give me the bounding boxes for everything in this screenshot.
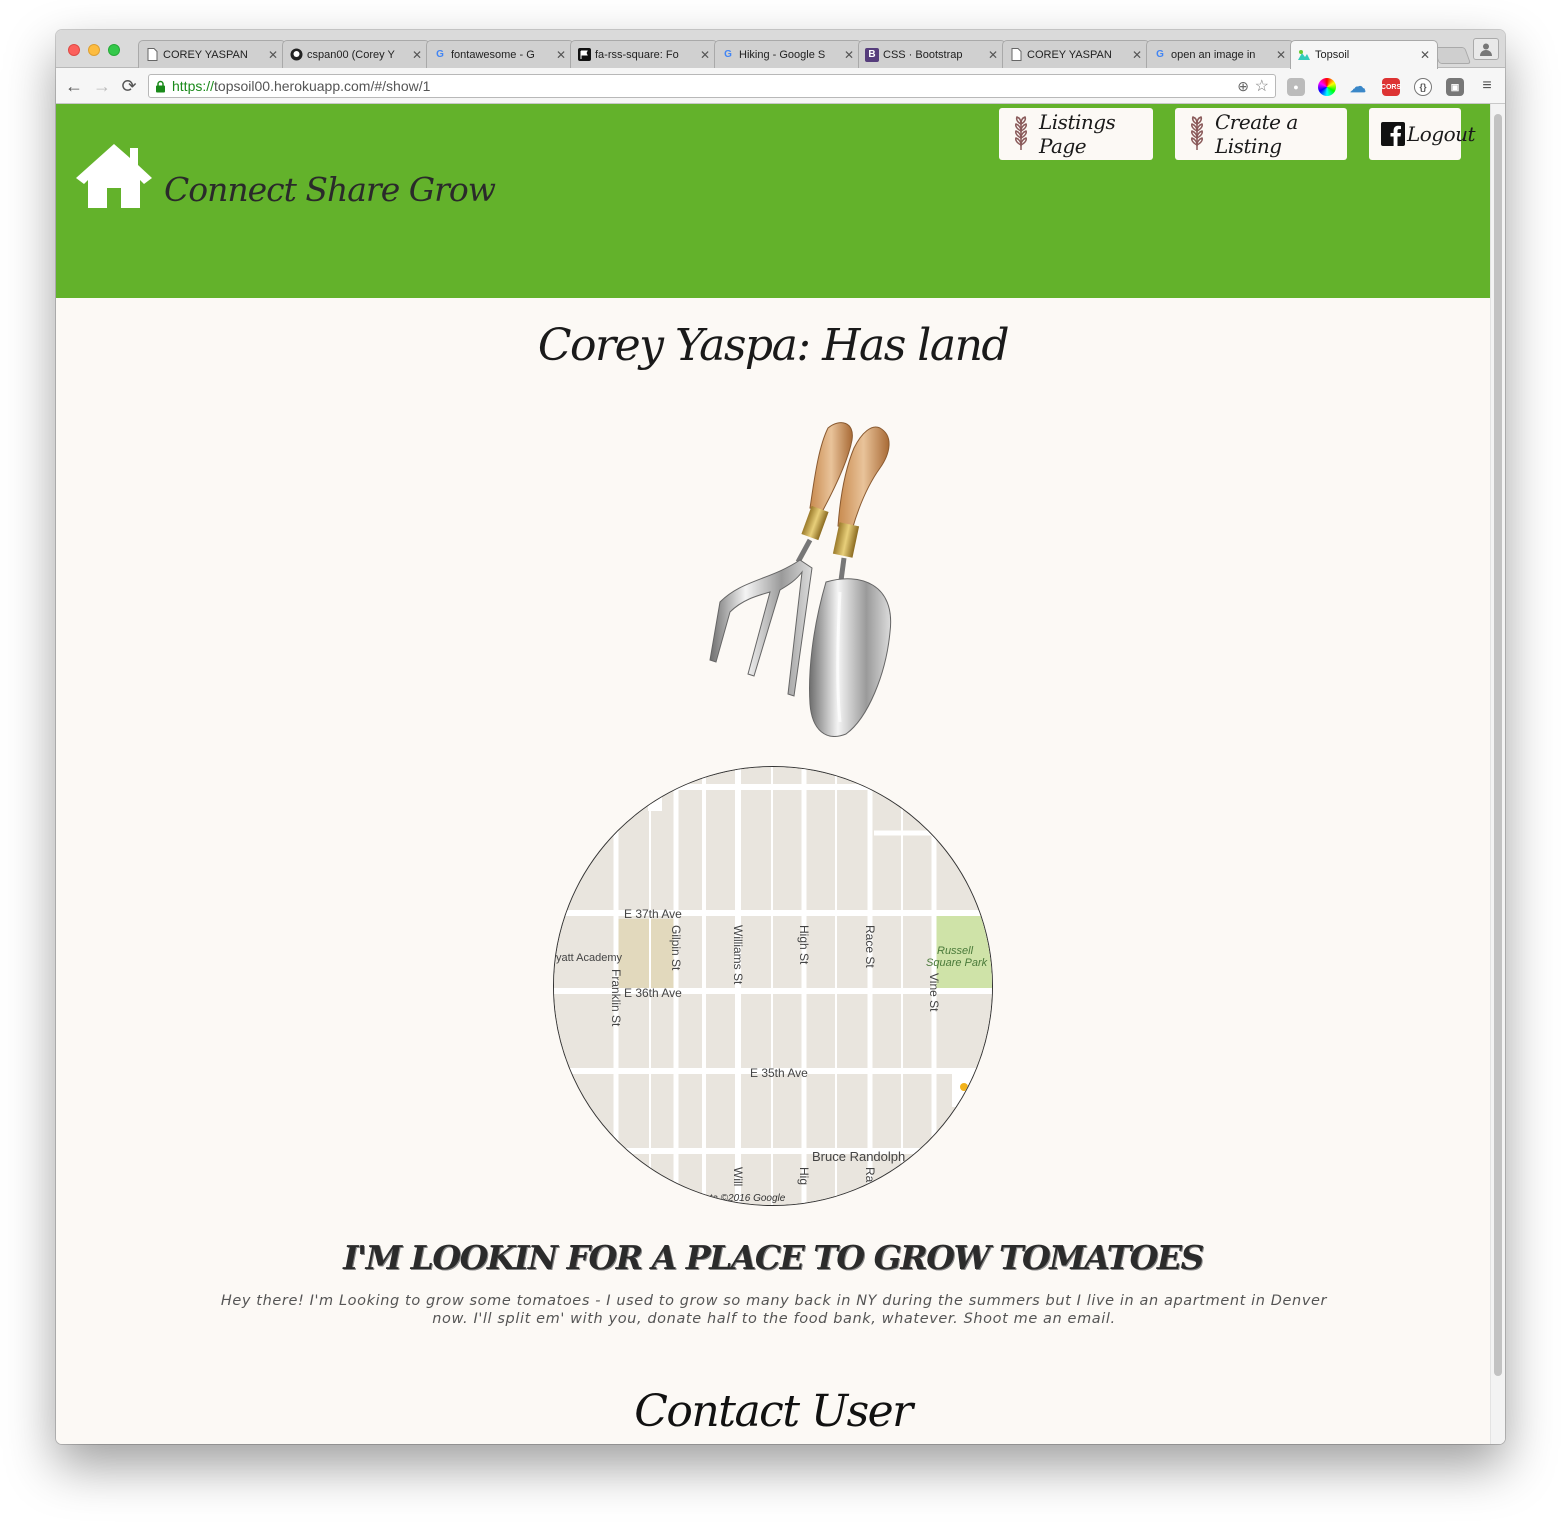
contact-user-heading: Contact User [634, 1386, 913, 1437]
brand-name: Connect Share Grow [164, 170, 496, 209]
wheat-icon [1187, 116, 1207, 152]
google-icon: G [1156, 49, 1164, 60]
lock-icon [155, 80, 166, 93]
map-label-high: High St [797, 925, 811, 965]
tab-hiking-search[interactable]: G Hiking - Google S ✕ [714, 40, 862, 68]
cloud-extension-icon[interactable]: ☁ [1349, 78, 1367, 96]
map-label-gilpin: Gilpin St [669, 925, 683, 971]
wheat-icon [1011, 116, 1031, 152]
location-map[interactable]: E 37th Ave E 36th Ave E 35th Ave Bruce R… [553, 766, 993, 1206]
create-listing-link[interactable]: Create a Listing [1175, 108, 1347, 160]
map-label-park-1: Russell [937, 945, 974, 957]
map-label-franklin: Franklin St [609, 969, 623, 1027]
listings-page-link[interactable]: Listings Page [999, 108, 1153, 160]
page-viewport: Connect Share Grow Listings Page Create … [56, 104, 1505, 1444]
close-icon[interactable]: ✕ [1419, 48, 1431, 62]
map-label-williams: Williams St [731, 925, 745, 985]
tab-github[interactable]: cspan00 (Corey Y ✕ [282, 40, 430, 68]
brand-home-link[interactable]: Connect Share Grow [74, 142, 496, 213]
logout-link[interactable]: Logout [1369, 108, 1476, 160]
close-icon[interactable]: ✕ [1131, 48, 1143, 62]
forward-arrow-icon[interactable]: → [92, 76, 112, 96]
bookmark-star-icon[interactable]: ☆ [1255, 76, 1269, 96]
map-label-high-2: Hig [797, 1167, 811, 1185]
close-icon[interactable]: ✕ [699, 48, 711, 62]
bootstrap-icon: B [865, 47, 879, 62]
google-icon: G [724, 49, 732, 60]
tab-fontawesome-search[interactable]: G fontawesome - G ✕ [426, 40, 574, 68]
browser-toolbar: ← → ⟳ https://topsoil00.herokuapp.com/#/… [56, 68, 1505, 104]
page-icon [1009, 48, 1023, 62]
map-label-e36: E 36th Ave [624, 986, 682, 1000]
new-tab-button[interactable] [1432, 47, 1472, 64]
extension-icon[interactable]: ● [1287, 78, 1305, 96]
topsoil-icon [1297, 48, 1311, 62]
page-icon [145, 48, 159, 62]
browser-window: COREY YASPAN ✕ cspan00 (Corey Y ✕ G font… [56, 30, 1505, 1444]
reload-icon[interactable]: ⟳ [119, 76, 139, 96]
close-icon[interactable]: ✕ [411, 48, 423, 62]
close-icon[interactable]: ✕ [987, 48, 999, 62]
close-icon[interactable]: ✕ [555, 48, 567, 62]
map-label-bruce: Bruce Randolph [812, 1149, 905, 1164]
tab-fa-rss-square[interactable]: fa-rss-square: Fo ✕ [570, 40, 718, 68]
tab-strip: COREY YASPAN ✕ cspan00 (Corey Y ✕ G font… [56, 30, 1505, 69]
close-icon[interactable]: ✕ [1275, 48, 1287, 62]
google-icon: G [436, 49, 444, 60]
map-pegman-icon[interactable] [960, 1083, 968, 1091]
zoom-icon[interactable]: ⊕ [1237, 78, 1249, 95]
home-icon [74, 142, 154, 213]
close-icon[interactable]: ✕ [843, 48, 855, 62]
tab-corey-yaspan-1[interactable]: COREY YASPAN ✕ [138, 40, 286, 68]
scrollbar-thumb[interactable] [1494, 114, 1502, 1376]
cors-extension-icon[interactable]: CORS [1381, 78, 1401, 96]
listing-description: Hey there! I'm Looking to grow some toma… [220, 1293, 1328, 1327]
settings-extension-icon[interactable]: ▣ [1446, 78, 1464, 96]
map-label-vine: Vine St [927, 973, 941, 1012]
map-label-williams-2: Will [731, 1167, 745, 1186]
profile-icon[interactable] [1473, 38, 1499, 60]
color-picker-extension-icon[interactable] [1318, 78, 1336, 96]
map-label-e35: E 35th Ave [750, 1066, 808, 1080]
zoom-window-button[interactable] [108, 44, 120, 56]
map-label-race-2: Ra [863, 1167, 877, 1183]
listing-heading: I'M LOOKIN FOR A PLACE TO GROW TOMATOES [343, 1238, 1204, 1277]
map-label-e37: E 37th Ave [624, 907, 682, 921]
tab-corey-yaspan-2[interactable]: COREY YASPAN ✕ [1002, 40, 1150, 68]
minimize-window-button[interactable] [88, 44, 100, 56]
address-bar[interactable]: https://topsoil00.herokuapp.com/#/show/1… [148, 74, 1276, 98]
facebook-icon [1381, 122, 1405, 146]
json-extension-icon[interactable]: {} [1414, 78, 1432, 96]
listing-title: Corey Yaspa: Has land [537, 320, 1010, 371]
map-label-academy: yatt Academy [556, 952, 623, 964]
tab-bootstrap[interactable]: B CSS · Bootstrap ✕ [858, 40, 1006, 68]
map-copyright: ata ©2016 Google [704, 1193, 786, 1204]
tab-open-image-search[interactable]: G open an image in ✕ [1146, 40, 1294, 68]
page-scrollbar[interactable] [1490, 104, 1505, 1444]
map-label-park-2: Square Park [926, 957, 988, 969]
tab-topsoil[interactable]: Topsoil ✕ [1290, 40, 1438, 69]
close-window-button[interactable] [68, 44, 80, 56]
site-header: Connect Share Grow Listings Page Create … [56, 104, 1490, 298]
garden-tools-icon [709, 422, 892, 737]
flag-icon [577, 48, 591, 62]
back-arrow-icon[interactable]: ← [64, 76, 84, 96]
close-icon[interactable]: ✕ [267, 48, 279, 62]
github-icon [289, 48, 303, 62]
menu-icon[interactable]: ≡ [1477, 76, 1497, 96]
map-label-race: Race St [863, 925, 877, 968]
